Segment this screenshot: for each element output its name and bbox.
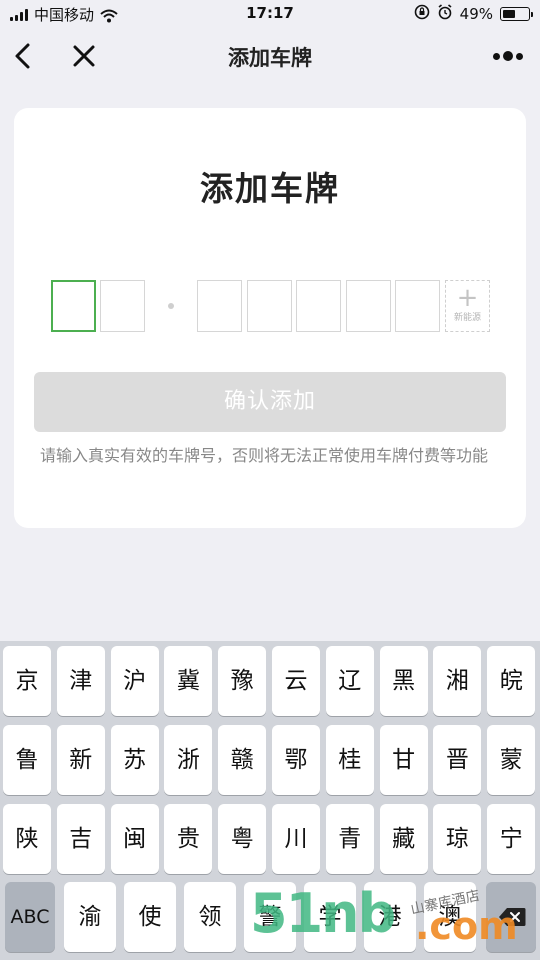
province-key[interactable]: 陕 xyxy=(3,804,51,874)
new-energy-cell[interactable]: + 新能源 xyxy=(445,280,490,332)
page-title: 添加车牌 xyxy=(228,46,312,70)
province-key[interactable]: 川 xyxy=(272,804,320,874)
province-key[interactable]: 沪 xyxy=(110,646,159,716)
plate-cell-7[interactable] xyxy=(395,280,440,332)
province-key[interactable]: 闽 xyxy=(110,804,159,874)
province-key[interactable]: 学 xyxy=(304,882,356,952)
province-key[interactable]: 浙 xyxy=(164,725,213,795)
province-key[interactable]: 领 xyxy=(184,882,236,952)
province-key[interactable]: 黑 xyxy=(379,646,428,716)
province-key[interactable]: 冀 xyxy=(164,646,213,716)
more-dot-icon xyxy=(503,51,513,61)
province-key[interactable]: 渝 xyxy=(64,882,116,952)
status-right: 49% xyxy=(414,4,533,24)
province-keyboard: ABC 京津沪冀豫云辽黑湘皖鲁新苏浙赣鄂桂甘晋蒙陕吉闽贵粤川青藏琼宁渝使领警学港… xyxy=(0,641,540,960)
province-key[interactable]: 辽 xyxy=(325,646,374,716)
more-button[interactable] xyxy=(488,42,528,70)
plus-icon: + xyxy=(456,283,479,313)
orientation-lock-icon xyxy=(414,4,430,24)
province-key[interactable]: 藏 xyxy=(379,804,428,874)
alarm-icon xyxy=(437,4,453,24)
province-key[interactable]: 皖 xyxy=(487,646,536,716)
delete-key[interactable] xyxy=(486,882,536,952)
plate-cell-3[interactable] xyxy=(197,280,242,332)
province-key[interactable]: 港 xyxy=(364,882,416,952)
hint-text: 请输入真实有效的车牌号，否则将无法正常使用车牌付费等功能 xyxy=(40,446,489,465)
plate-cell-6[interactable] xyxy=(346,280,391,332)
province-key[interactable]: 蒙 xyxy=(487,725,536,795)
province-key[interactable]: 桂 xyxy=(325,725,374,795)
province-key[interactable]: 使 xyxy=(124,882,176,952)
province-key[interactable]: 苏 xyxy=(110,725,159,795)
province-key[interactable]: 澳 xyxy=(424,882,476,952)
province-key[interactable]: 吉 xyxy=(56,804,105,874)
province-key[interactable]: 赣 xyxy=(218,725,267,795)
plate-cell-letter[interactable] xyxy=(100,280,145,332)
abc-key[interactable]: ABC xyxy=(5,882,55,952)
province-key[interactable]: 鄂 xyxy=(272,725,320,795)
add-plate-card: 添加车牌 + 新能源 确认添加 请输入真实有效的车牌号，否则将无法正常使用车牌付… xyxy=(14,108,526,528)
battery-percent: 49% xyxy=(459,5,493,23)
province-key[interactable]: 京 xyxy=(3,646,51,716)
plate-cell-5[interactable] xyxy=(296,280,341,332)
province-key[interactable]: 新 xyxy=(56,725,105,795)
plate-cell-province[interactable] xyxy=(51,280,96,332)
province-key[interactable]: 青 xyxy=(325,804,374,874)
confirm-add-button[interactable]: 确认添加 xyxy=(34,372,506,432)
card-title: 添加车牌 xyxy=(200,169,340,208)
province-key[interactable]: 琼 xyxy=(433,804,482,874)
new-energy-label: 新能源 xyxy=(453,313,481,323)
province-key[interactable]: 云 xyxy=(272,646,320,716)
province-key[interactable]: 甘 xyxy=(379,725,428,795)
province-key[interactable]: 宁 xyxy=(487,804,536,874)
more-dot-icon xyxy=(516,52,523,60)
province-key[interactable]: 粤 xyxy=(218,804,267,874)
status-bar: 中国移动 17:17 49% xyxy=(0,0,540,28)
province-key[interactable]: 警 xyxy=(244,882,296,952)
battery-icon xyxy=(500,7,533,21)
nav-bar: 添加车牌 xyxy=(0,28,540,84)
province-key[interactable]: 晋 xyxy=(433,725,482,795)
province-key[interactable]: 豫 xyxy=(218,646,267,716)
province-key[interactable]: 津 xyxy=(56,646,105,716)
province-key[interactable]: 湘 xyxy=(433,646,482,716)
province-key[interactable]: 贵 xyxy=(164,804,213,874)
plate-cell-4[interactable] xyxy=(247,280,292,332)
plate-separator-dot xyxy=(168,303,174,309)
more-dot-icon xyxy=(493,52,500,60)
province-key[interactable]: 鲁 xyxy=(3,725,51,795)
backspace-icon xyxy=(499,908,526,926)
